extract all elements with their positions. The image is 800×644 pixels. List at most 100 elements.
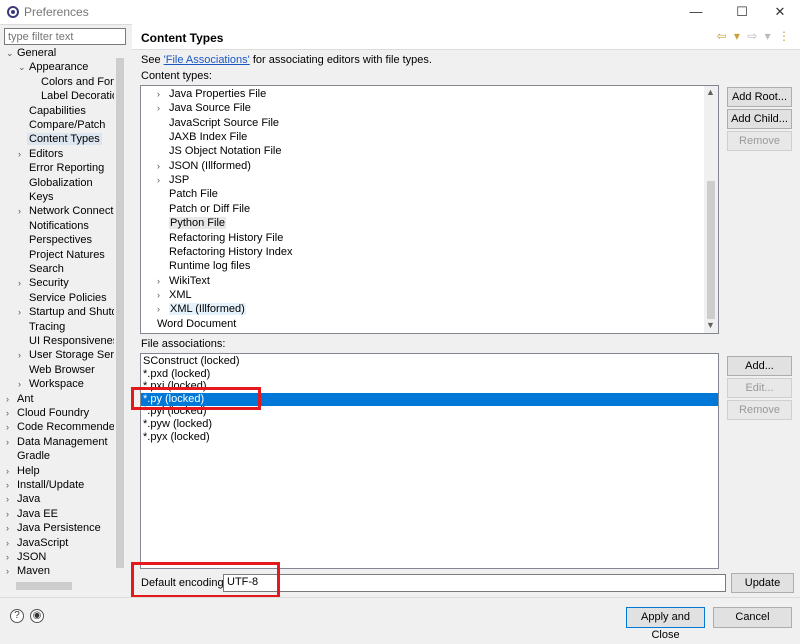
add-association-button[interactable]: Add... bbox=[727, 356, 792, 376]
chevron-right-icon[interactable]: › bbox=[157, 274, 169, 288]
sidebar-item[interactable]: › Workspace bbox=[18, 377, 84, 391]
chevron-right-icon[interactable]: › bbox=[157, 87, 169, 101]
chevron-right-icon[interactable]: › bbox=[6, 521, 17, 535]
help-icon[interactable]: ? bbox=[10, 609, 24, 623]
remove-content-type-button[interactable]: Remove bbox=[727, 131, 792, 151]
import-export-icon[interactable]: ◉ bbox=[30, 609, 44, 623]
chevron-right-icon[interactable]: › bbox=[157, 159, 169, 173]
chevron-right-icon[interactable]: › bbox=[18, 276, 29, 290]
remove-association-button[interactable]: Remove bbox=[727, 400, 792, 420]
sidebar-item[interactable]: Capabilities bbox=[18, 104, 86, 118]
sidebar-item[interactable]: Tracing bbox=[18, 320, 65, 334]
tree-horizontal-scrollbar[interactable] bbox=[2, 580, 126, 592]
sidebar-item[interactable]: ⌄ Appearance bbox=[18, 60, 88, 74]
sidebar-item[interactable]: › JSON bbox=[6, 550, 46, 564]
file-associations-link[interactable]: 'File Associations' bbox=[164, 54, 250, 66]
chevron-right-icon[interactable]: › bbox=[6, 507, 17, 521]
chevron-right-icon[interactable]: › bbox=[157, 288, 169, 302]
sidebar-item[interactable]: Gradle bbox=[6, 449, 50, 463]
sidebar-item[interactable]: › Java bbox=[6, 492, 40, 506]
sidebar-item[interactable]: › Java EE bbox=[6, 507, 58, 521]
sidebar-item[interactable]: ⌄ General bbox=[6, 46, 56, 60]
content-type-item[interactable]: JAXB Index File bbox=[157, 130, 247, 144]
chevron-right-icon[interactable]: › bbox=[6, 392, 17, 406]
sidebar-item[interactable]: Search bbox=[18, 262, 64, 276]
sidebar-item[interactable]: › Security bbox=[18, 276, 69, 290]
sidebar-item[interactable]: UI Responsiveness bbox=[18, 334, 124, 348]
chevron-right-icon[interactable]: › bbox=[6, 536, 17, 550]
content-type-item[interactable]: Patch File bbox=[157, 187, 218, 201]
sidebar-item[interactable]: › Help bbox=[6, 464, 40, 478]
chevron-right-icon[interactable]: › bbox=[18, 377, 29, 391]
chevron-right-icon[interactable]: › bbox=[6, 435, 17, 449]
maximize-button[interactable]: ☐ bbox=[727, 2, 757, 22]
file-association-item[interactable]: *.pxd (locked) bbox=[141, 368, 718, 381]
chevron-right-icon[interactable]: › bbox=[18, 147, 29, 161]
content-type-item[interactable]: Refactoring History File bbox=[157, 231, 283, 245]
sidebar-item[interactable]: Label Decorations bbox=[30, 89, 126, 103]
content-type-item[interactable]: Runtime log files bbox=[157, 259, 250, 273]
chevron-right-icon[interactable]: › bbox=[6, 420, 17, 434]
sidebar-item[interactable]: › Data Management bbox=[6, 435, 108, 449]
content-type-item[interactable]: JavaScript Source File bbox=[157, 116, 279, 130]
chevron-right-icon[interactable]: › bbox=[6, 478, 17, 492]
content-type-item[interactable]: › XML bbox=[157, 288, 192, 302]
default-encoding-input[interactable]: UTF-8 bbox=[223, 574, 726, 592]
sidebar-item[interactable]: › User Storage Service bbox=[18, 348, 126, 362]
sidebar-item[interactable]: Project Natures bbox=[18, 248, 105, 262]
sidebar-item[interactable]: › Maven bbox=[6, 564, 50, 578]
sidebar-item[interactable]: Perspectives bbox=[18, 233, 92, 247]
chevron-right-icon[interactable]: › bbox=[6, 564, 17, 578]
chevron-right-icon[interactable]: › bbox=[157, 173, 169, 187]
sidebar-item[interactable]: › Install/Update bbox=[6, 478, 84, 492]
sidebar-item[interactable]: › Cloud Foundry bbox=[6, 406, 89, 420]
sidebar-item[interactable]: Colors and Fonts bbox=[30, 75, 125, 89]
tree-vertical-scrollbar[interactable] bbox=[114, 46, 126, 580]
chevron-right-icon[interactable]: › bbox=[157, 302, 169, 316]
history-nav[interactable]: ⇦ ▾ ⇨ ▾ ⋮ bbox=[716, 29, 792, 43]
content-type-item[interactable]: › Java Source File bbox=[157, 101, 251, 115]
content-type-item[interactable]: Patch or Diff File bbox=[157, 202, 250, 216]
content-type-item[interactable]: Refactoring History Index bbox=[157, 245, 293, 259]
sidebar-item[interactable]: ›Startup and Shutdown bbox=[18, 305, 126, 319]
sidebar-item[interactable]: Web Browser bbox=[18, 363, 95, 377]
close-button[interactable]: ✕ bbox=[765, 2, 795, 22]
content-type-item[interactable]: › Java Properties File bbox=[157, 87, 266, 101]
chevron-right-icon[interactable]: › bbox=[18, 348, 29, 362]
content-type-item[interactable]: › JSP bbox=[157, 173, 189, 187]
filter-input[interactable] bbox=[4, 28, 126, 45]
chevron-down-icon[interactable]: ⌄ bbox=[18, 60, 29, 74]
content-types-scrollbar[interactable]: ▲ ▼ bbox=[704, 86, 718, 333]
chevron-down-icon[interactable]: ⌄ bbox=[6, 46, 17, 60]
content-type-item[interactable]: › WikiText bbox=[157, 274, 210, 288]
chevron-right-icon[interactable]: › bbox=[18, 204, 29, 218]
file-association-item[interactable]: *.pyx (locked) bbox=[141, 431, 718, 444]
cancel-button[interactable]: Cancel bbox=[713, 607, 792, 628]
sidebar-item[interactable]: Keys bbox=[18, 190, 53, 204]
sidebar-item[interactable]: Content Types bbox=[18, 132, 102, 146]
add-root-button[interactable]: Add Root... bbox=[727, 87, 792, 107]
sidebar-item[interactable]: Notifications bbox=[18, 219, 89, 233]
chevron-right-icon[interactable]: › bbox=[6, 492, 17, 506]
sidebar-item[interactable]: › Code Recommenders bbox=[6, 420, 124, 434]
sidebar-item[interactable]: Error Reporting bbox=[18, 161, 104, 175]
sidebar-item[interactable]: › JavaScript bbox=[6, 536, 68, 550]
content-type-item[interactable]: Word Document bbox=[145, 317, 236, 331]
minimize-button[interactable]: — bbox=[681, 2, 711, 22]
chevron-right-icon[interactable]: › bbox=[6, 464, 17, 478]
apply-and-close-button[interactable]: Apply and Close bbox=[626, 607, 705, 641]
sidebar-item[interactable]: Compare/Patch bbox=[18, 118, 105, 132]
sidebar-item[interactable]: › Ant bbox=[6, 392, 34, 406]
add-child-button[interactable]: Add Child... bbox=[727, 109, 792, 129]
content-type-item[interactable]: Python File bbox=[157, 216, 227, 230]
chevron-right-icon[interactable]: › bbox=[18, 305, 29, 319]
update-button[interactable]: Update bbox=[731, 573, 794, 593]
chevron-right-icon[interactable]: › bbox=[6, 550, 17, 564]
chevron-right-icon[interactable]: › bbox=[6, 406, 17, 420]
sidebar-item[interactable]: › Network Connections bbox=[18, 204, 126, 218]
file-associations-list[interactable]: SConstruct (locked) *.pxd (locked) *.pxi (… bbox=[140, 353, 719, 569]
sidebar-item[interactable]: Service Policies bbox=[18, 291, 107, 305]
file-association-item[interactable]: SConstruct (locked) bbox=[141, 355, 718, 368]
content-type-item[interactable]: › JSON (Illformed) bbox=[157, 159, 251, 173]
sidebar-item[interactable]: › Java Persistence bbox=[6, 521, 101, 535]
